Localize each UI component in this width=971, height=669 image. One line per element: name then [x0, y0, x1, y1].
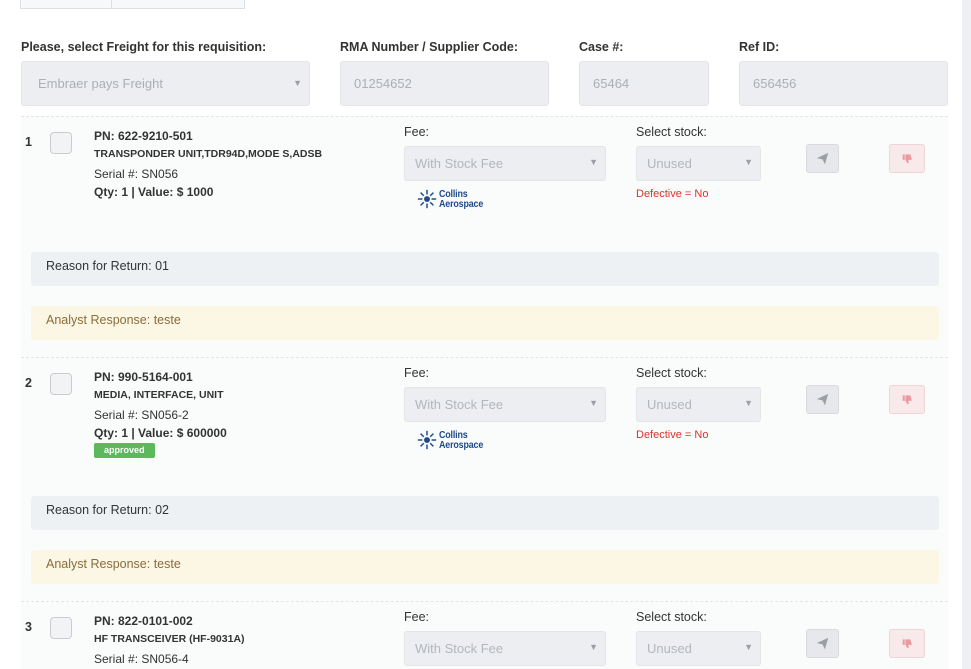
ref-label: Ref ID: — [739, 40, 780, 54]
stock-select[interactable]: Unused ▼ — [636, 387, 761, 422]
collins-aerospace-logo: Collins Aerospace — [416, 429, 491, 451]
chevron-down-icon: ▼ — [744, 398, 753, 408]
paper-plane-icon — [816, 637, 829, 650]
send-button[interactable] — [806, 144, 839, 173]
send-button[interactable] — [806, 629, 839, 658]
send-button[interactable] — [806, 385, 839, 414]
reject-button[interactable] — [889, 144, 925, 173]
analyst-response: Analyst Response: teste — [31, 306, 939, 340]
item-pn: PN: 990-5164-001 — [94, 370, 193, 384]
chevron-down-icon: ▼ — [293, 78, 302, 88]
fee-label: Fee: — [404, 366, 430, 380]
item-serial: Serial #: SN056-2 — [94, 408, 189, 422]
reject-button[interactable] — [889, 385, 925, 414]
analyst-response: Analyst Response: teste — [31, 550, 939, 584]
collins-logo-icon — [417, 430, 437, 450]
fee-select[interactable]: With Stock Fee ▼ — [404, 387, 606, 422]
fee-select[interactable]: With Stock Fee ▼ — [404, 146, 606, 181]
stock-select-value: Unused — [647, 397, 692, 412]
thumbs-down-icon — [902, 154, 912, 164]
fee-select-value: With Stock Fee — [415, 156, 504, 171]
reason-for-return: Reason for Return: 02 — [31, 496, 939, 530]
item-checkbox[interactable] — [50, 373, 72, 395]
scrollbar-track[interactable] — [962, 0, 971, 669]
chevron-down-icon: ▼ — [589, 157, 598, 167]
chevron-down-icon: ▼ — [744, 157, 753, 167]
logo-text: Collins Aerospace — [439, 188, 484, 210]
rma-label: RMA Number / Supplier Code: — [340, 40, 519, 54]
item-pn: PN: 622-9210-501 — [94, 129, 193, 143]
item-index: 2 — [25, 376, 32, 390]
defective-status: Defective = No — [636, 188, 709, 200]
item-index: 3 — [25, 620, 32, 634]
collins-logo-icon — [417, 189, 437, 209]
chevron-down-icon: ▼ — [589, 398, 598, 408]
stock-label: Select stock: — [636, 366, 707, 380]
thumbs-down-icon — [902, 639, 912, 649]
top-tab-2[interactable] — [112, 0, 245, 9]
freight-select[interactable]: Embraer pays Freight ▼ — [21, 61, 310, 106]
stock-select[interactable]: Unused ▼ — [636, 146, 761, 181]
fee-select[interactable]: With Stock Fee ▼ — [404, 631, 606, 666]
status-badge: approved — [94, 443, 155, 458]
logo-text: Collins Aerospace — [439, 429, 484, 451]
stock-label: Select stock: — [636, 125, 707, 139]
ref-input[interactable]: 656456 — [739, 61, 948, 106]
reject-button[interactable] — [889, 629, 925, 658]
fee-select-value: With Stock Fee — [415, 397, 504, 412]
stock-label: Select stock: — [636, 610, 707, 624]
chevron-down-icon: ▼ — [744, 642, 753, 652]
item-description: MEDIA, INTERFACE, UNIT — [94, 389, 224, 401]
freight-select-value: Embraer pays Freight — [38, 76, 163, 91]
item-serial: Serial #: SN056 — [94, 167, 179, 181]
stock-select-value: Unused — [647, 641, 692, 656]
freight-label: Please, select Freight for this requisit… — [21, 40, 267, 54]
item-description: TRANSPONDER UNIT,TDR94D,MODE S,ADSB — [94, 148, 323, 160]
item-pn: PN: 822-0101-002 — [94, 614, 193, 628]
paper-plane-icon — [816, 393, 829, 406]
fee-label: Fee: — [404, 125, 430, 139]
item-description: HF TRANSCEIVER (HF-9031A) — [94, 633, 245, 645]
collins-aerospace-logo: Collins Aerospace — [416, 188, 491, 210]
top-tabs — [20, 0, 245, 9]
item-checkbox[interactable] — [50, 132, 72, 154]
item-qty-value: Qty: 1 | Value: $ 1000 — [94, 185, 214, 199]
defective-status: Defective = No — [636, 429, 709, 441]
top-tab-1[interactable] — [20, 0, 112, 9]
fee-select-value: With Stock Fee — [415, 641, 504, 656]
case-label: Case #: — [579, 40, 624, 54]
thumbs-down-icon — [902, 395, 912, 405]
rma-input[interactable]: 01254652 — [340, 61, 549, 106]
case-input[interactable]: 65464 — [579, 61, 709, 106]
chevron-down-icon: ▼ — [589, 642, 598, 652]
stock-select-value: Unused — [647, 156, 692, 171]
item-row-2: 2 PN: 990-5164-001 MEDIA, INTERFACE, UNI… — [21, 358, 948, 601]
item-index: 1 — [25, 135, 32, 149]
item-row-3: 3 PN: 822-0101-002 HF TRANSCEIVER (HF-90… — [21, 602, 948, 669]
fee-label: Fee: — [404, 610, 430, 624]
rma-panel: Please, select Freight for this requisit… — [0, 0, 962, 669]
item-checkbox[interactable] — [50, 617, 72, 639]
item-qty-value: Qty: 1 | Value: $ 600000 — [94, 426, 227, 440]
reason-for-return: Reason for Return: 01 — [31, 252, 939, 286]
paper-plane-icon — [816, 152, 829, 165]
item-serial: Serial #: SN056-4 — [94, 652, 189, 666]
item-row-1: 1 PN: 622-9210-501 TRANSPONDER UNIT,TDR9… — [21, 117, 948, 357]
stock-select[interactable]: Unused ▼ — [636, 631, 761, 666]
